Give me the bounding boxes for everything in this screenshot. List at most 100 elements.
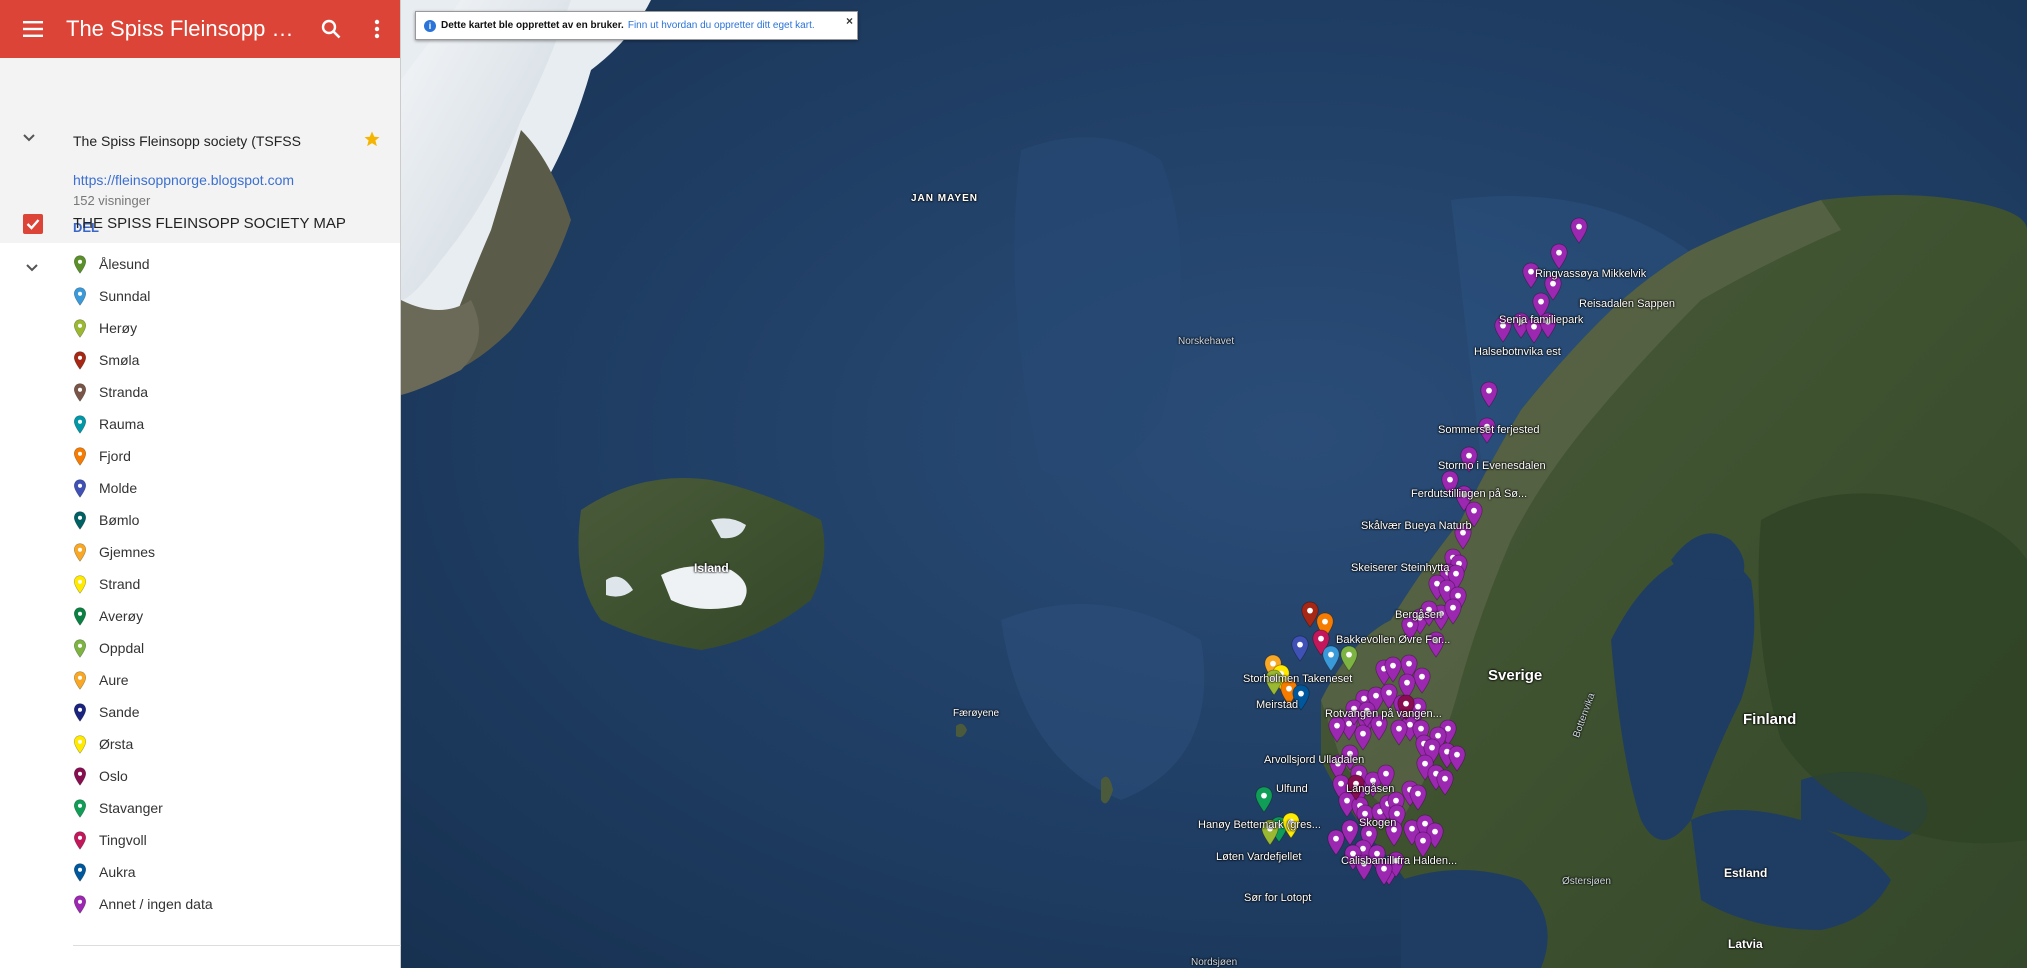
label-ostersjoen: Østersjøen xyxy=(1562,876,1611,887)
pin-label: Bergåsen xyxy=(1395,609,1443,621)
legend-item[interactable]: Herøy xyxy=(73,312,373,344)
more-options-button[interactable] xyxy=(354,0,400,58)
map-pin-icon xyxy=(73,510,93,530)
checkmark-icon xyxy=(26,219,40,230)
legend-item-label: Ørsta xyxy=(99,736,134,752)
pin-label: Senja familiepark xyxy=(1499,314,1584,326)
hamburger-menu-icon xyxy=(23,21,43,37)
map-pin-icon xyxy=(73,254,93,274)
legend-item[interactable]: Stranda xyxy=(73,376,373,408)
legend-item-label: Stranda xyxy=(99,384,149,400)
map-pin-marker[interactable] xyxy=(1447,745,1467,772)
legend-item[interactable]: Fjord xyxy=(73,440,373,472)
legend-item[interactable]: Aure xyxy=(73,664,373,696)
pin-label: Calisbamill fra Halden... xyxy=(1341,855,1458,867)
legend-item[interactable]: Tingvoll xyxy=(73,824,373,856)
legend-item[interactable]: Aukra xyxy=(73,856,373,888)
legend-item-label: Bømlo xyxy=(99,512,140,528)
map-pin-marker[interactable] xyxy=(1389,719,1409,746)
pin-label: Bakkevollen Øvre For... xyxy=(1336,634,1451,646)
legend-item[interactable]: Ørsta xyxy=(73,728,373,760)
label-jan-mayen: JAN MAYEN xyxy=(911,193,978,204)
map-pin-icon xyxy=(73,798,93,818)
share-button[interactable]: DEL xyxy=(73,220,99,235)
pin-label: Halsebotnvika est xyxy=(1474,346,1561,358)
pin-label: Ferdutstillingen på Sø... xyxy=(1411,488,1528,500)
legend-item-label: Herøy xyxy=(99,320,138,336)
map-pin-icon xyxy=(73,574,93,594)
close-icon[interactable]: × xyxy=(846,14,853,28)
map-pin-marker[interactable] xyxy=(1549,243,1569,270)
pin-label: Meirstad xyxy=(1256,699,1299,711)
label-island: Island xyxy=(694,561,729,575)
map-info: The Spiss Fleinsopp society (TSFSS https… xyxy=(0,58,400,243)
legend-item[interactable]: Rauma xyxy=(73,408,373,440)
map-pin-marker[interactable] xyxy=(1408,784,1428,811)
search-button[interactable] xyxy=(308,0,354,58)
map-pin-marker[interactable] xyxy=(1569,217,1589,244)
legend-item[interactable]: Annet / ingen data xyxy=(73,888,373,920)
more-vert-icon xyxy=(374,19,380,39)
map-pin-marker[interactable] xyxy=(1327,716,1347,743)
legend-item[interactable]: Oslo xyxy=(73,760,373,792)
label-latvia: Latvia xyxy=(1728,937,1763,951)
legend-item[interactable]: Smøla xyxy=(73,344,373,376)
legend-item[interactable]: Strand xyxy=(73,568,373,600)
map-pin-icon xyxy=(73,382,93,402)
pin-label: Hanøy Bettemark (gres... xyxy=(1198,819,1321,831)
map-pin-marker[interactable] xyxy=(1339,645,1359,672)
search-icon xyxy=(321,19,341,39)
pin-label: Ringvassøya Mikkelvik xyxy=(1535,268,1647,280)
pin-label: Skålvær Bueya Naturb xyxy=(1361,520,1472,532)
chevron-down-icon xyxy=(26,264,38,272)
pin-label: Ulfund xyxy=(1276,783,1308,795)
view-count: 152 visninger xyxy=(73,193,151,208)
info-icon: i xyxy=(424,19,436,32)
blog-link[interactable]: https://fleinsoppnorge.blogspot.com xyxy=(73,172,294,188)
label-estland: Estland xyxy=(1724,866,1768,880)
map-pin-icon xyxy=(73,830,93,850)
map-pin-icon xyxy=(73,478,93,498)
legend-item[interactable]: Bømlo xyxy=(73,504,373,536)
chevron-down-icon xyxy=(23,134,35,142)
legend-item[interactable]: Stavanger xyxy=(73,792,373,824)
collapse-info-button[interactable] xyxy=(22,130,36,148)
map-info-title: The Spiss Fleinsopp society (TSFSS xyxy=(73,133,301,149)
pin-label: Skogen xyxy=(1359,817,1397,829)
label-sverige: Sverige xyxy=(1488,667,1543,684)
pin-label: Skeiserer Steinhytta xyxy=(1351,562,1450,574)
collapse-layer-button[interactable] xyxy=(25,260,39,278)
legend-item-label: Tingvoll xyxy=(99,832,147,848)
notice-link[interactable]: Finn ut hvordan du oppretter ditt eget k… xyxy=(628,20,815,31)
pin-label: Sommerset ferjested xyxy=(1438,424,1540,436)
legend-item-label: Sunndal xyxy=(99,288,151,304)
map-pin-marker[interactable] xyxy=(1435,769,1455,796)
map-pin-icon xyxy=(73,414,93,434)
legend-item[interactable]: Sunndal xyxy=(73,280,373,312)
legend-item[interactable]: Sande xyxy=(73,696,373,728)
map-pin-marker[interactable] xyxy=(1383,656,1403,683)
menu-button[interactable] xyxy=(0,0,66,58)
legend-item-label: Ålesund xyxy=(99,256,150,272)
pin-label: Rotvangen på vangen... xyxy=(1325,708,1442,720)
map-canvas[interactable]: JAN MAYEN Norskehavet Island Færøyene Sv… xyxy=(401,0,2027,968)
legend-item[interactable]: Oppdal xyxy=(73,632,373,664)
map-pin-marker[interactable] xyxy=(1443,598,1463,625)
map-pin-icon xyxy=(73,286,93,306)
layer-visibility-checkbox[interactable] xyxy=(23,214,43,234)
legend-item[interactable]: Molde xyxy=(73,472,373,504)
legend-item-label: Aure xyxy=(99,672,129,688)
map-pin-marker[interactable] xyxy=(1479,381,1499,408)
legend-item[interactable]: Ålesund xyxy=(73,248,373,280)
map-pin-marker[interactable] xyxy=(1413,831,1433,858)
legend-item[interactable]: Gjemnes xyxy=(73,536,373,568)
map-pin-icon xyxy=(73,350,93,370)
map-pin-marker[interactable] xyxy=(1254,786,1274,813)
map-pin-icon xyxy=(73,734,93,754)
map-pin-marker[interactable] xyxy=(1321,645,1341,672)
favorite-button[interactable] xyxy=(363,130,381,153)
map-pin-marker[interactable] xyxy=(1290,635,1310,662)
legend-item-label: Annet / ingen data xyxy=(99,896,213,912)
legend-item[interactable]: Averøy xyxy=(73,600,373,632)
legend-item-label: Aukra xyxy=(99,864,136,880)
